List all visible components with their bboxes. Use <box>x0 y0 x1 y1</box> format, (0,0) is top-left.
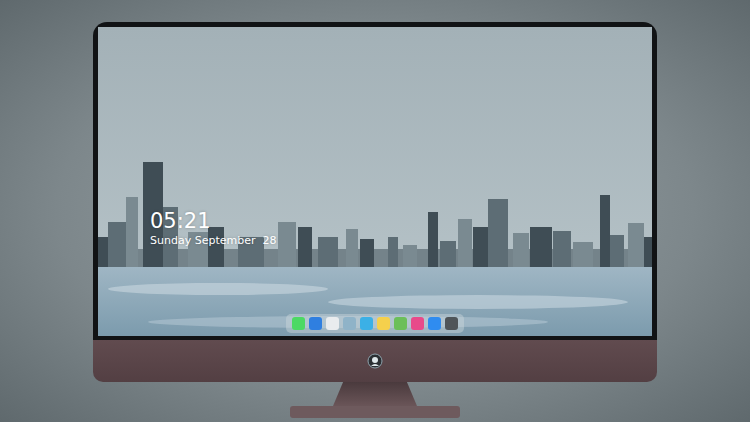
dock-app-icon[interactable] <box>309 317 322 330</box>
dock-app-icon[interactable] <box>343 317 356 330</box>
dock-app-icon[interactable] <box>326 317 339 330</box>
stand-neck <box>333 382 417 406</box>
dock-app-icon[interactable] <box>377 317 390 330</box>
dock-app-icon[interactable] <box>428 317 441 330</box>
desktop-screen: 05:21Sunday September 28 <box>98 27 652 336</box>
clock-time: 05:21 <box>150 209 276 234</box>
dock-app-icon[interactable] <box>445 317 458 330</box>
dock-app-icon[interactable] <box>394 317 407 330</box>
wallpaper-photo <box>98 27 652 336</box>
monitor-chin <box>93 340 657 382</box>
logo-icon <box>367 353 383 369</box>
monitor-stand <box>290 382 460 418</box>
lock-clock: 05:21Sunday September 28 <box>150 209 276 248</box>
mockup-background: 05:21Sunday September 28 <box>0 0 750 422</box>
dock-app-icon[interactable] <box>292 317 305 330</box>
dock-app-icon[interactable] <box>360 317 373 330</box>
dock <box>286 314 464 333</box>
monitor: 05:21Sunday September 28 <box>93 22 657 418</box>
dock-app-icon[interactable] <box>411 317 424 330</box>
stand-base <box>290 406 460 418</box>
clock-date: Sunday September 28 <box>150 234 276 248</box>
monitor-bezel: 05:21Sunday September 28 <box>93 22 657 340</box>
